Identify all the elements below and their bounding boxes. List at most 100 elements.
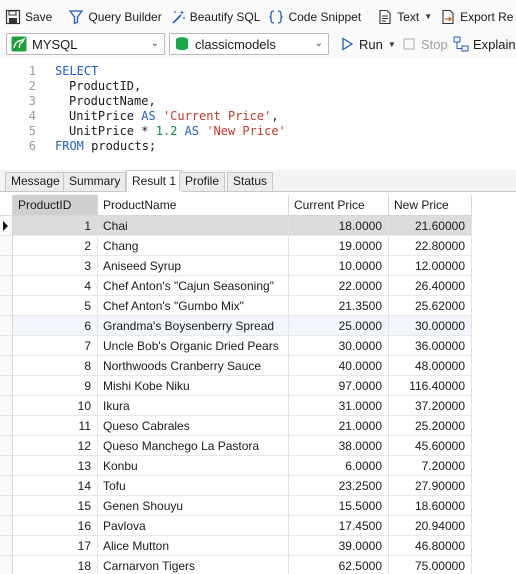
cell-productname[interactable]: Chai bbox=[98, 216, 289, 236]
cell-productid[interactable]: 14 bbox=[13, 476, 98, 496]
cell-current-price[interactable]: 40.0000 bbox=[289, 356, 389, 376]
cell-productid[interactable]: 10 bbox=[13, 396, 98, 416]
cell-productname[interactable]: Mishi Kobe Niku bbox=[98, 376, 289, 396]
cell-current-price[interactable]: 62.5000 bbox=[289, 556, 389, 574]
row-indicator[interactable] bbox=[0, 456, 13, 476]
table-row[interactable]: 3 Aniseed Syrup 10.0000 12.00000 bbox=[13, 256, 472, 276]
row-indicator[interactable] bbox=[0, 436, 13, 456]
run-button[interactable]: Run ▼ bbox=[336, 33, 399, 55]
cell-new-price[interactable]: 25.62000 bbox=[389, 296, 472, 316]
stop-button[interactable]: Stop bbox=[398, 33, 451, 55]
beautify-sql-button[interactable]: Beautify SQL bbox=[167, 6, 264, 28]
table-row[interactable]: 1 Chai 18.0000 21.60000 bbox=[13, 216, 472, 236]
column-header-new-price[interactable]: New Price bbox=[389, 195, 472, 216]
cell-new-price[interactable]: 12.00000 bbox=[389, 256, 472, 276]
table-row[interactable]: 9 Mishi Kobe Niku 97.0000 116.40000 bbox=[13, 376, 472, 396]
column-header-current-price[interactable]: Current Price bbox=[289, 195, 389, 216]
table-row[interactable]: 6 Grandma's Boysenberry Spread 25.0000 30.0… bbox=[13, 316, 472, 336]
cell-productname[interactable]: Chef Anton's "Cajun Seasoning" bbox=[98, 276, 289, 296]
row-indicator[interactable] bbox=[0, 396, 13, 416]
row-indicator[interactable] bbox=[0, 416, 13, 436]
save-button[interactable]: Save bbox=[2, 6, 55, 28]
cell-current-price[interactable]: 21.3500 bbox=[289, 296, 389, 316]
cell-new-price[interactable]: 27.90000 bbox=[389, 476, 472, 496]
cell-current-price[interactable]: 30.0000 bbox=[289, 336, 389, 356]
cell-productid[interactable]: 16 bbox=[13, 516, 98, 536]
row-indicator[interactable] bbox=[0, 216, 13, 236]
cell-current-price[interactable]: 19.0000 bbox=[289, 236, 389, 256]
column-header-productid[interactable]: ProductID bbox=[13, 195, 98, 216]
row-indicator[interactable] bbox=[0, 556, 13, 574]
cell-productname[interactable]: Chang bbox=[98, 236, 289, 256]
cell-new-price[interactable]: 26.40000 bbox=[389, 276, 472, 296]
cell-new-price[interactable]: 48.00000 bbox=[389, 356, 472, 376]
cell-current-price[interactable]: 17.4500 bbox=[289, 516, 389, 536]
row-indicator[interactable] bbox=[0, 336, 13, 356]
cell-new-price[interactable]: 21.60000 bbox=[389, 216, 472, 236]
cell-productname[interactable]: Aniseed Syrup bbox=[98, 256, 289, 276]
row-indicator[interactable] bbox=[0, 316, 13, 336]
cell-productname[interactable]: Tofu bbox=[98, 476, 289, 496]
cell-productid[interactable]: 13 bbox=[13, 456, 98, 476]
cell-new-price[interactable]: 30.00000 bbox=[389, 316, 472, 336]
row-indicator[interactable] bbox=[0, 356, 13, 376]
cell-productid[interactable]: 15 bbox=[13, 496, 98, 516]
cell-productname[interactable]: Ikura bbox=[98, 396, 289, 416]
cell-productid[interactable]: 3 bbox=[13, 256, 98, 276]
tab-profile[interactable]: Profile bbox=[179, 172, 226, 191]
cell-productname[interactable]: Queso Manchego La Pastora bbox=[98, 436, 289, 456]
table-row[interactable]: 8 Northwoods Cranberry Sauce 40.0000 48.000… bbox=[13, 356, 472, 376]
code-snippet-button[interactable]: Code Snippet bbox=[265, 6, 364, 28]
row-indicator[interactable] bbox=[0, 276, 13, 296]
column-header-productname[interactable]: ProductName bbox=[98, 195, 289, 216]
row-indicator[interactable] bbox=[0, 496, 13, 516]
cell-productid[interactable]: 6 bbox=[13, 316, 98, 336]
cell-productname[interactable]: Carnarvon Tigers bbox=[98, 556, 289, 574]
table-row[interactable]: 5 Chef Anton's "Gumbo Mix" 21.3500 25.62000 bbox=[13, 296, 472, 316]
cell-new-price[interactable]: 46.80000 bbox=[389, 536, 472, 556]
row-indicator[interactable] bbox=[0, 376, 13, 396]
server-select[interactable]: MYSQL ⌄ bbox=[6, 33, 165, 55]
cell-new-price[interactable]: 75.00000 bbox=[389, 556, 472, 574]
tab-summary[interactable]: Summary bbox=[63, 172, 127, 191]
tab-status[interactable]: Status bbox=[227, 172, 274, 191]
cell-productname[interactable]: Konbu bbox=[98, 456, 289, 476]
cell-productid[interactable]: 18 bbox=[13, 556, 98, 574]
row-indicator[interactable] bbox=[0, 516, 13, 536]
cell-productname[interactable]: Uncle Bob's Organic Dried Pears bbox=[98, 336, 289, 356]
cell-productid[interactable]: 12 bbox=[13, 436, 98, 456]
table-row[interactable]: 14 Tofu 23.2500 27.90000 bbox=[13, 476, 472, 496]
cell-current-price[interactable]: 15.5000 bbox=[289, 496, 389, 516]
cell-productid[interactable]: 4 bbox=[13, 276, 98, 296]
table-row[interactable]: 4 Chef Anton's "Cajun Seasoning" 22.0000 26… bbox=[13, 276, 472, 296]
cell-productid[interactable]: 9 bbox=[13, 376, 98, 396]
cell-productname[interactable]: Queso Cabrales bbox=[98, 416, 289, 436]
cell-current-price[interactable]: 21.0000 bbox=[289, 416, 389, 436]
cell-productid[interactable]: 2 bbox=[13, 236, 98, 256]
table-row[interactable]: 7 Uncle Bob's Organic Dried Pears 30.0000 3… bbox=[13, 336, 472, 356]
tab-message[interactable]: Message bbox=[5, 172, 66, 191]
row-indicator[interactable] bbox=[0, 536, 13, 556]
table-row[interactable]: 15 Genen Shouyu 15.5000 18.60000 bbox=[13, 496, 472, 516]
query-builder-button[interactable]: Query Builder bbox=[65, 6, 164, 28]
table-row[interactable]: 10 Ikura 31.0000 37.20000 bbox=[13, 396, 472, 416]
table-row[interactable]: 2 Chang 19.0000 22.80000 bbox=[13, 236, 472, 256]
cell-new-price[interactable]: 22.80000 bbox=[389, 236, 472, 256]
cell-productname[interactable]: Alice Mutton bbox=[98, 536, 289, 556]
cell-productid[interactable]: 11 bbox=[13, 416, 98, 436]
row-indicator[interactable] bbox=[0, 236, 13, 256]
cell-current-price[interactable]: 39.0000 bbox=[289, 536, 389, 556]
cell-productname[interactable]: Northwoods Cranberry Sauce bbox=[98, 356, 289, 376]
cell-productid[interactable]: 7 bbox=[13, 336, 98, 356]
cell-current-price[interactable]: 97.0000 bbox=[289, 376, 389, 396]
cell-new-price[interactable]: 116.40000 bbox=[389, 376, 472, 396]
cell-productid[interactable]: 8 bbox=[13, 356, 98, 376]
cell-new-price[interactable]: 45.60000 bbox=[389, 436, 472, 456]
cell-productname[interactable]: Pavlova bbox=[98, 516, 289, 536]
cell-current-price[interactable]: 25.0000 bbox=[289, 316, 389, 336]
explain-button[interactable]: Explain bbox=[450, 33, 516, 55]
cell-current-price[interactable]: 18.0000 bbox=[289, 216, 389, 236]
cell-new-price[interactable]: 37.20000 bbox=[389, 396, 472, 416]
table-row[interactable]: 11 Queso Cabrales 21.0000 25.20000 bbox=[13, 416, 472, 436]
table-row[interactable]: 13 Konbu 6.0000 7.20000 bbox=[13, 456, 472, 476]
